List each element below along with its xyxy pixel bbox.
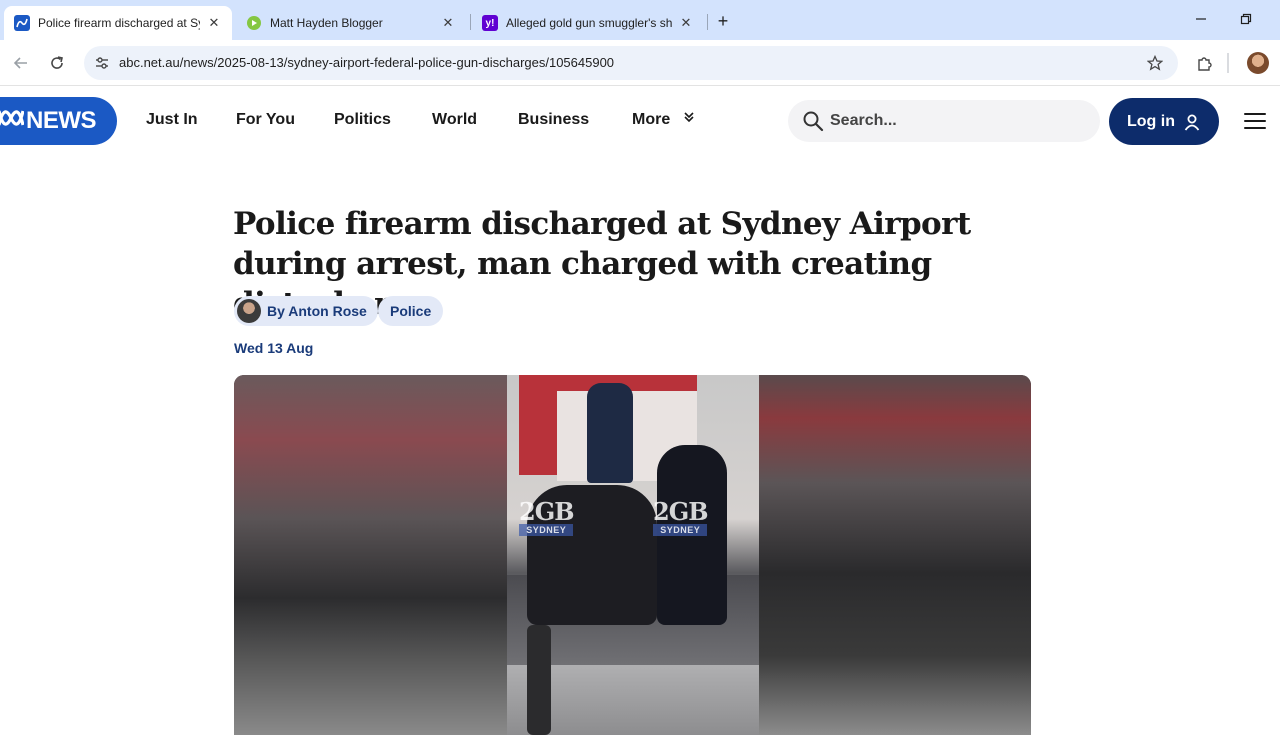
yahoo-favicon-icon: y! xyxy=(482,15,498,31)
tab-matt-hayden[interactable]: Matt Hayden Blogger ✕ xyxy=(236,6,466,40)
close-tab-icon[interactable]: ✕ xyxy=(440,15,456,31)
author-avatar xyxy=(237,299,261,323)
nav-business[interactable]: Business xyxy=(518,111,589,129)
publish-date: Wed 13 Aug xyxy=(234,340,314,356)
new-tab-button[interactable]: + xyxy=(712,10,734,32)
back-arrow-icon[interactable] xyxy=(8,50,34,76)
tab-title: Alleged gold gun smuggler's sh xyxy=(506,16,672,30)
reload-icon[interactable] xyxy=(44,50,70,76)
close-tab-icon[interactable]: ✕ xyxy=(206,15,222,31)
abc-logo-icon xyxy=(0,107,25,135)
topic-chip[interactable]: Police xyxy=(378,296,444,326)
profile-avatar[interactable] xyxy=(1247,52,1269,74)
tab-title: Matt Hayden Blogger xyxy=(270,16,383,30)
topic-label: Police xyxy=(390,303,432,319)
tab-divider xyxy=(470,14,471,30)
video-blur-right xyxy=(759,375,1031,735)
officer-figure xyxy=(587,383,633,483)
watermark-2gb: 2GB SYDNEY xyxy=(519,497,574,536)
browser-toolbar: abc.net.au/news/2025-08-13/sydney-airpor… xyxy=(0,40,1280,86)
nav-just-in[interactable]: Just In xyxy=(146,111,198,129)
nav-more[interactable]: More xyxy=(632,111,695,129)
search-placeholder: Search... xyxy=(830,112,897,129)
article-video[interactable]: 2GB SYDNEY 2GB SYDNEY xyxy=(234,375,1031,735)
site-header: NEWS Just In For You Politics World Busi… xyxy=(0,87,1280,155)
abc-news-logo[interactable]: NEWS xyxy=(0,97,117,145)
tab-strip: Police firearm discharged at Syd ✕ Matt … xyxy=(0,0,1280,40)
double-chevron-down-icon xyxy=(683,111,695,126)
tab-police-firearm[interactable]: Police firearm discharged at Syd ✕ xyxy=(4,6,232,40)
toolbar-divider xyxy=(1227,53,1229,73)
nav-for-you[interactable]: For You xyxy=(236,111,295,129)
tab-divider xyxy=(707,14,708,30)
extensions-puzzle-icon[interactable] xyxy=(1192,50,1218,76)
menu-hamburger-icon[interactable] xyxy=(1244,111,1266,131)
video-blur-left xyxy=(234,375,507,735)
rumble-favicon-icon xyxy=(246,15,262,31)
nav-world[interactable]: World xyxy=(432,111,477,129)
login-button[interactable]: Log in xyxy=(1109,98,1219,145)
minimize-icon[interactable] xyxy=(1188,8,1214,30)
close-tab-icon[interactable]: ✕ xyxy=(678,15,694,31)
search-input[interactable]: Search... xyxy=(788,100,1100,142)
user-icon xyxy=(1183,113,1201,131)
nav-more-label: More xyxy=(632,111,671,128)
watermark-2gb: 2GB SYDNEY xyxy=(653,497,708,536)
login-label: Log in xyxy=(1127,112,1175,130)
nav-politics[interactable]: Politics xyxy=(334,111,391,129)
abc-favicon-icon xyxy=(14,15,30,31)
video-frame: 2GB SYDNEY 2GB SYDNEY xyxy=(507,375,759,735)
tab-title: Police firearm discharged at Syd xyxy=(38,16,200,30)
search-icon xyxy=(802,110,824,137)
site-settings-icon[interactable] xyxy=(90,51,114,75)
bookmark-star-icon[interactable] xyxy=(1144,52,1166,74)
restore-icon[interactable] xyxy=(1233,8,1259,30)
tab-alleged-gold-gun[interactable]: y! Alleged gold gun smuggler's sh ✕ xyxy=(472,6,704,40)
url-text: abc.net.au/news/2025-08-13/sydney-airpor… xyxy=(119,55,615,70)
author-name: By Anton Rose xyxy=(267,303,367,319)
address-bar[interactable]: abc.net.au/news/2025-08-13/sydney-airpor… xyxy=(84,46,1178,80)
author-chip[interactable]: By Anton Rose xyxy=(234,296,378,326)
logo-text: NEWS xyxy=(26,107,97,134)
